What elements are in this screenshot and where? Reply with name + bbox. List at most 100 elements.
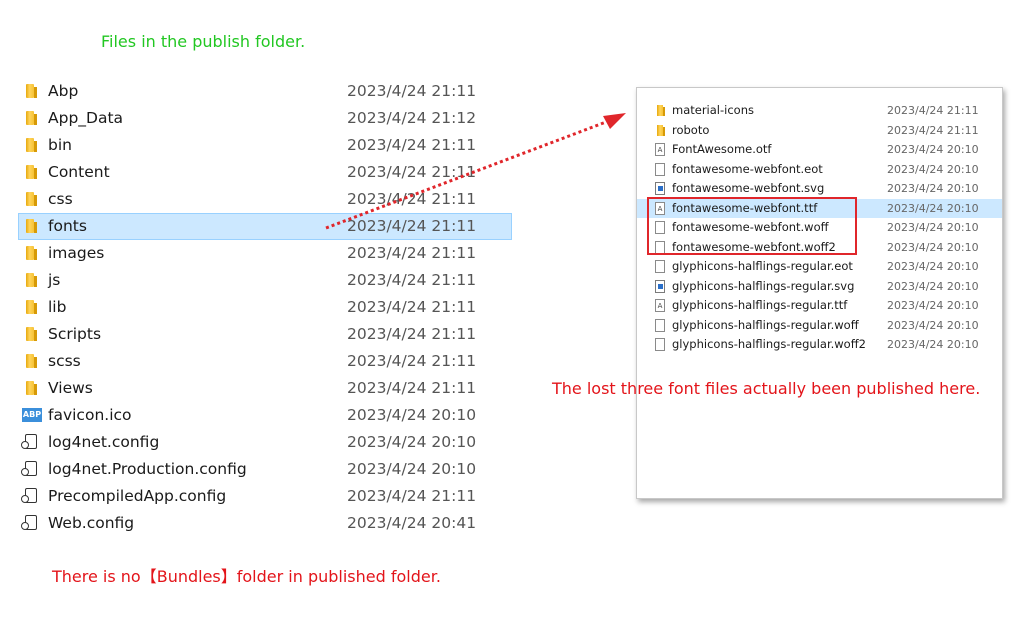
- config-file-icon: [21, 488, 40, 504]
- file-date: 2023/4/24 20:10: [887, 201, 979, 215]
- file-row[interactable]: Abp 2023/4/24 21:11: [18, 78, 512, 105]
- folder-icon: [24, 353, 40, 369]
- folder-icon: [24, 137, 40, 153]
- file-name: log4net.Production.config: [48, 460, 247, 478]
- file-date: 2023/4/24 21:11: [887, 104, 979, 117]
- file-date: 2023/4/24 21:11: [347, 298, 477, 316]
- file-row[interactable]: log4net.config 2023/4/24 20:10: [18, 429, 512, 456]
- caption-no-bundles-folder: There is no【Bundles】folder in published …: [52, 567, 441, 586]
- file-row[interactable]: bin 2023/4/24 21:11: [18, 132, 512, 159]
- file-name: fonts: [48, 217, 87, 235]
- font-file-icon: A: [654, 143, 668, 157]
- file-row[interactable]: roboto 2023/4/24 21:11: [637, 121, 1002, 141]
- file-icon: [654, 162, 668, 177]
- file-row[interactable]: App_Data 2023/4/24 21:12: [18, 105, 512, 132]
- file-row[interactable]: PrecompiledApp.config 2023/4/24 21:11: [18, 483, 512, 510]
- file-date: 2023/4/24 21:11: [347, 487, 477, 505]
- font-file-icon: A: [654, 299, 668, 313]
- folder-icon: [24, 110, 40, 126]
- file-row[interactable]: scss 2023/4/24 21:11: [18, 348, 512, 375]
- file-row[interactable]: Scripts 2023/4/24 21:11: [18, 321, 512, 348]
- file-icon: [654, 318, 668, 333]
- file-row[interactable]: fontawesome-webfont.eot 2023/4/24 20:10: [637, 160, 1002, 180]
- file-date: 2023/4/24 20:10: [887, 260, 979, 273]
- file-date: 2023/4/24 20:10: [887, 338, 979, 351]
- file-date: 2023/4/24 20:10: [887, 279, 979, 293]
- file-date: 2023/4/24 20:10: [887, 240, 979, 254]
- file-name: css: [48, 190, 73, 208]
- file-date: 2023/4/24 20:10: [347, 460, 477, 478]
- file-date: 2023/4/24 20:10: [887, 299, 979, 312]
- arrow-head: [603, 113, 626, 129]
- file-name: Content: [48, 163, 110, 181]
- svg-file-icon: [654, 279, 668, 294]
- file-date: 2023/4/24 21:11: [347, 82, 477, 100]
- file-name: roboto: [672, 122, 710, 137]
- config-file-icon: [21, 434, 40, 450]
- file-name: glyphicons-halflings-regular.eot: [672, 259, 853, 273]
- file-row[interactable]: fontawesome-webfont.woff2 2023/4/24 20:10: [637, 238, 1002, 258]
- file-name: PrecompiledApp.config: [48, 487, 227, 505]
- file-name: App_Data: [48, 109, 124, 127]
- file-date: 2023/4/24 21:11: [347, 325, 477, 343]
- file-name: Web.config: [48, 514, 135, 532]
- file-row[interactable]: glyphicons-halflings-regular.woff2 2023/4…: [637, 335, 1002, 355]
- file-name: glyphicons-halflings-regular.ttf: [672, 298, 848, 312]
- file-name: glyphicons-halflings-regular.svg: [672, 278, 855, 293]
- file-row[interactable]: glyphicons-halflings-regular.woff 2023/4/…: [637, 316, 1002, 336]
- file-name: bin: [48, 136, 72, 154]
- file-name: fontawesome-webfont.eot: [672, 161, 823, 176]
- file-row[interactable]: fontawesome-webfont.svg 2023/4/24 20:10: [637, 179, 1002, 199]
- file-name: glyphicons-halflings-regular.woff2: [672, 337, 866, 351]
- file-row[interactable]: images 2023/4/24 21:11: [18, 240, 512, 267]
- file-name: Abp: [48, 82, 79, 100]
- file-name: js: [48, 271, 61, 289]
- folder-icon: [654, 104, 668, 118]
- file-name: fontawesome-webfont.woff: [672, 220, 829, 234]
- file-row[interactable]: Content 2023/4/24 21:11: [18, 159, 512, 186]
- file-name: Scripts: [48, 325, 102, 343]
- folder-icon: [24, 380, 40, 396]
- file-row[interactable]: js 2023/4/24 21:11: [18, 267, 512, 294]
- file-row[interactable]: Views 2023/4/24 21:11: [18, 375, 512, 402]
- folder-icon: [24, 83, 40, 99]
- file-row-selected[interactable]: Afontawesome-webfont.ttf 2023/4/24 20:10: [637, 198, 1002, 218]
- file-name: fontawesome-webfont.woff2: [672, 239, 836, 254]
- file-date: 2023/4/24 20:10: [887, 162, 979, 176]
- file-name: material-icons: [672, 103, 754, 117]
- file-name: images: [48, 244, 105, 262]
- file-date: 2023/4/24 21:11: [347, 379, 477, 397]
- file-date: 2023/4/24 20:10: [887, 182, 979, 195]
- file-date: 2023/4/24 21:11: [347, 163, 477, 181]
- fonts-folder-window: material-icons 2023/4/24 21:11 roboto 2023…: [636, 87, 1003, 499]
- file-row[interactable]: ABP favicon.ico 2023/4/24 20:10: [18, 402, 512, 429]
- file-name: scss: [48, 352, 81, 370]
- file-row-selected[interactable]: fonts 2023/4/24 21:11: [18, 213, 512, 240]
- file-date: 2023/4/24 21:11: [347, 352, 477, 370]
- folder-icon: [24, 191, 40, 207]
- file-row[interactable]: log4net.Production.config 2023/4/24 20:10: [18, 456, 512, 483]
- caption-publish-folder: Files in the publish folder.: [101, 32, 306, 51]
- file-date: 2023/4/24 21:11: [347, 136, 477, 154]
- file-row[interactable]: glyphicons-halflings-regular.svg 2023/4/2…: [637, 277, 1002, 297]
- file-row[interactable]: A FontAwesome.otf 2023/4/24 20:10: [637, 140, 1002, 160]
- file-row[interactable]: lib 2023/4/24 21:11: [18, 294, 512, 321]
- config-file-icon: [21, 461, 40, 477]
- folder-icon: [24, 272, 40, 288]
- file-row[interactable]: css 2023/4/24 21:11: [18, 186, 512, 213]
- file-icon: [654, 240, 668, 255]
- file-date: 2023/4/24 20:10: [887, 318, 979, 332]
- file-date: 2023/4/24 21:11: [347, 244, 477, 262]
- file-row[interactable]: fontawesome-webfont.woff 2023/4/24 20:10: [637, 218, 1002, 238]
- file-date: 2023/4/24 21:11: [887, 123, 979, 137]
- file-row[interactable]: Web.config 2023/4/24 20:41: [18, 510, 512, 537]
- file-row[interactable]: Aglyphicons-halflings-regular.ttf 2023/4/…: [637, 296, 1002, 316]
- caption-lost-font-files: The lost three font files actually been …: [552, 379, 981, 398]
- fonts-folder-file-list: material-icons 2023/4/24 21:11 roboto 2023…: [637, 101, 1002, 355]
- file-date: 2023/4/24 21:12: [347, 109, 477, 127]
- font-file-icon: A: [654, 201, 668, 216]
- folder-icon: [654, 124, 668, 138]
- file-row[interactable]: material-icons 2023/4/24 21:11: [637, 101, 1002, 121]
- file-name: FontAwesome.otf: [672, 142, 772, 156]
- file-row[interactable]: glyphicons-halflings-regular.eot 2023/4/2…: [637, 257, 1002, 277]
